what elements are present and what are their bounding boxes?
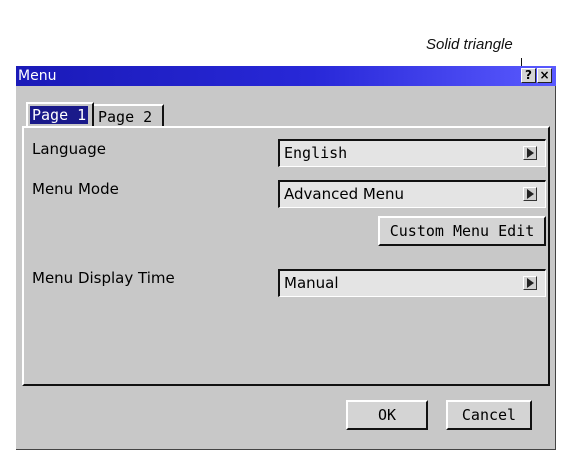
menu-mode-value: Advanced Menu <box>284 185 405 203</box>
window-title: Menu <box>18 68 57 84</box>
settings-panel: Language English Menu Mode Advanced Menu… <box>22 126 550 386</box>
tab-page-2-label: Page 2 <box>98 108 153 126</box>
annotation-label: Solid triangle <box>426 36 513 53</box>
custom-menu-edit-button[interactable]: Custom Menu Edit <box>378 216 546 246</box>
menu-mode-label: Menu Mode <box>32 180 119 198</box>
menu-display-time-value: Manual <box>284 274 339 292</box>
help-button[interactable]: ? <box>521 68 536 83</box>
language-label: Language <box>32 140 107 158</box>
solid-triangle-icon[interactable] <box>523 146 537 160</box>
tab-page-2[interactable]: Page 2 <box>94 104 164 126</box>
solid-triangle-icon[interactable] <box>523 276 537 290</box>
tab-page-1[interactable]: Page 1 <box>26 102 94 126</box>
menu-display-time-select[interactable]: Manual <box>278 269 546 297</box>
language-select[interactable]: English <box>278 139 546 167</box>
ok-button[interactable]: OK <box>346 400 428 430</box>
menu-mode-select[interactable]: Advanced Menu <box>278 180 546 208</box>
tab-page-1-label: Page 1 <box>30 106 89 124</box>
solid-triangle-icon[interactable] <box>523 187 537 201</box>
language-value: English <box>284 144 348 162</box>
cancel-button[interactable]: Cancel <box>446 400 532 430</box>
close-button[interactable]: × <box>537 68 552 83</box>
title-bar: Menu ? × <box>16 66 556 86</box>
menu-dialog: Menu ? × Page 1 Page 2 Language English … <box>16 66 556 450</box>
menu-display-time-label: Menu Display Time <box>32 269 175 287</box>
